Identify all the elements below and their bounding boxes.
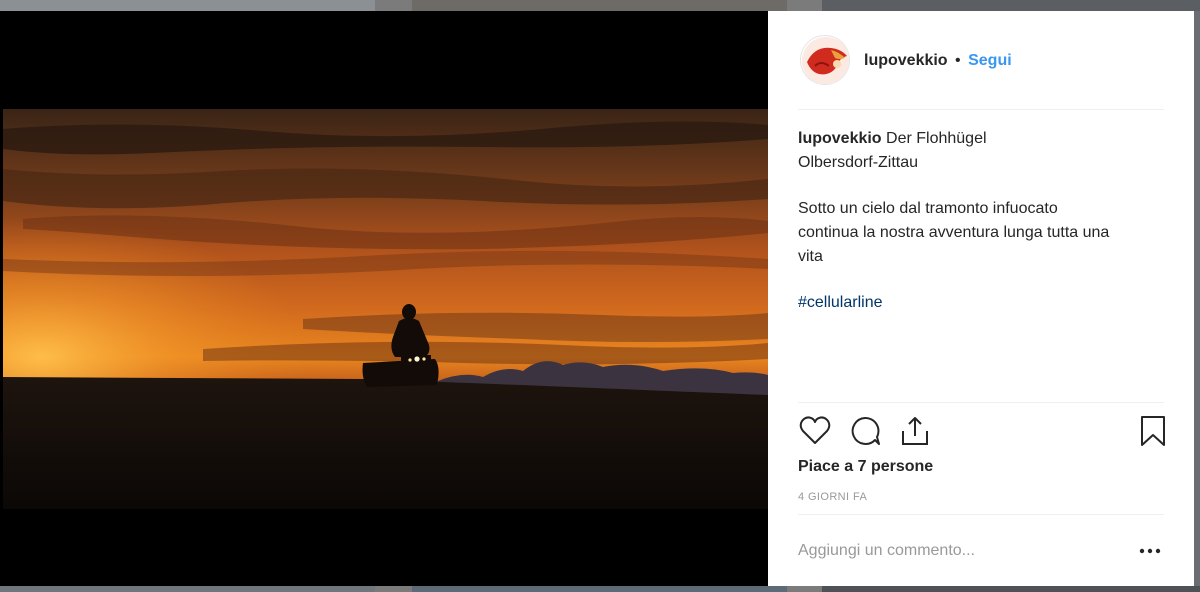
background-tile-bottom-left [0,586,375,592]
comment-divider [798,514,1164,515]
caption-body-line2: continua la nostra avventura lunga tutta… [798,224,1110,241]
caption-body-line3: vita [798,248,823,265]
caption-username[interactable]: lupovekkio [798,130,882,147]
comment-bubble-icon[interactable] [848,414,882,448]
header-username[interactable]: lupovekkio [864,52,948,69]
comment-input[interactable] [798,539,1108,563]
bookmark-icon[interactable] [1136,414,1170,448]
more-dots-icon[interactable] [1138,539,1162,563]
post-header: lupovekkio • Segui [768,11,1194,109]
background-tile-middle [412,0,787,11]
caption-location-line2: Olbersdorf-Zittau [798,154,919,171]
caption-gap [798,175,1168,197]
caption-body-line1: Sotto un cielo dal tramonto infuocato [798,200,1058,217]
caption-gap-2 [798,269,1168,291]
hashtag-link[interactable]: #cellularline [798,294,883,311]
avatar[interactable] [800,35,850,85]
header-line: lupovekkio • Segui [864,51,1012,71]
post-photo-panel[interactable] [0,11,768,586]
post-photo [3,109,768,509]
header-divider [798,109,1164,110]
background-strip-right [1194,11,1200,586]
background-tile-right [822,0,1200,11]
post-sidebar: lupovekkio • Segui lupovekkio Der Flohhü… [768,11,1194,586]
background-tile-bottom-middle [412,586,787,592]
likes-count[interactable]: Piace a 7 persone [798,458,933,476]
actions-divider [798,402,1164,403]
heart-icon[interactable] [798,414,832,448]
share-icon[interactable] [898,414,932,448]
caption-location: Der Flohhügel [886,130,987,147]
post-caption: lupovekkio Der Flohhügel Olbersdorf-Zitt… [798,127,1168,315]
follow-button[interactable]: Segui [968,52,1012,69]
background-tile-bottom-right [822,586,1200,592]
background-tile-left [0,0,375,11]
avatar-logo-icon [802,37,849,84]
header-separator: • [955,52,961,69]
post-timestamp[interactable]: 4 GIORNI FA [798,491,867,503]
post-actions [798,414,1168,454]
